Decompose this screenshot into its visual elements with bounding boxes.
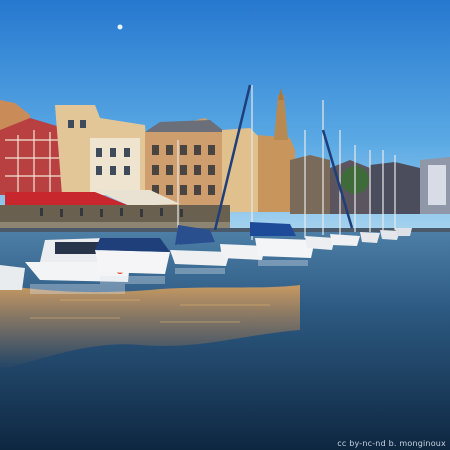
harbour-photo: cc by-nc-nd b. monginoux bbox=[0, 0, 450, 450]
moon bbox=[117, 24, 123, 30]
harbour-scene bbox=[0, 0, 450, 450]
photo-credit: cc by-nc-nd b. monginoux bbox=[337, 439, 446, 448]
